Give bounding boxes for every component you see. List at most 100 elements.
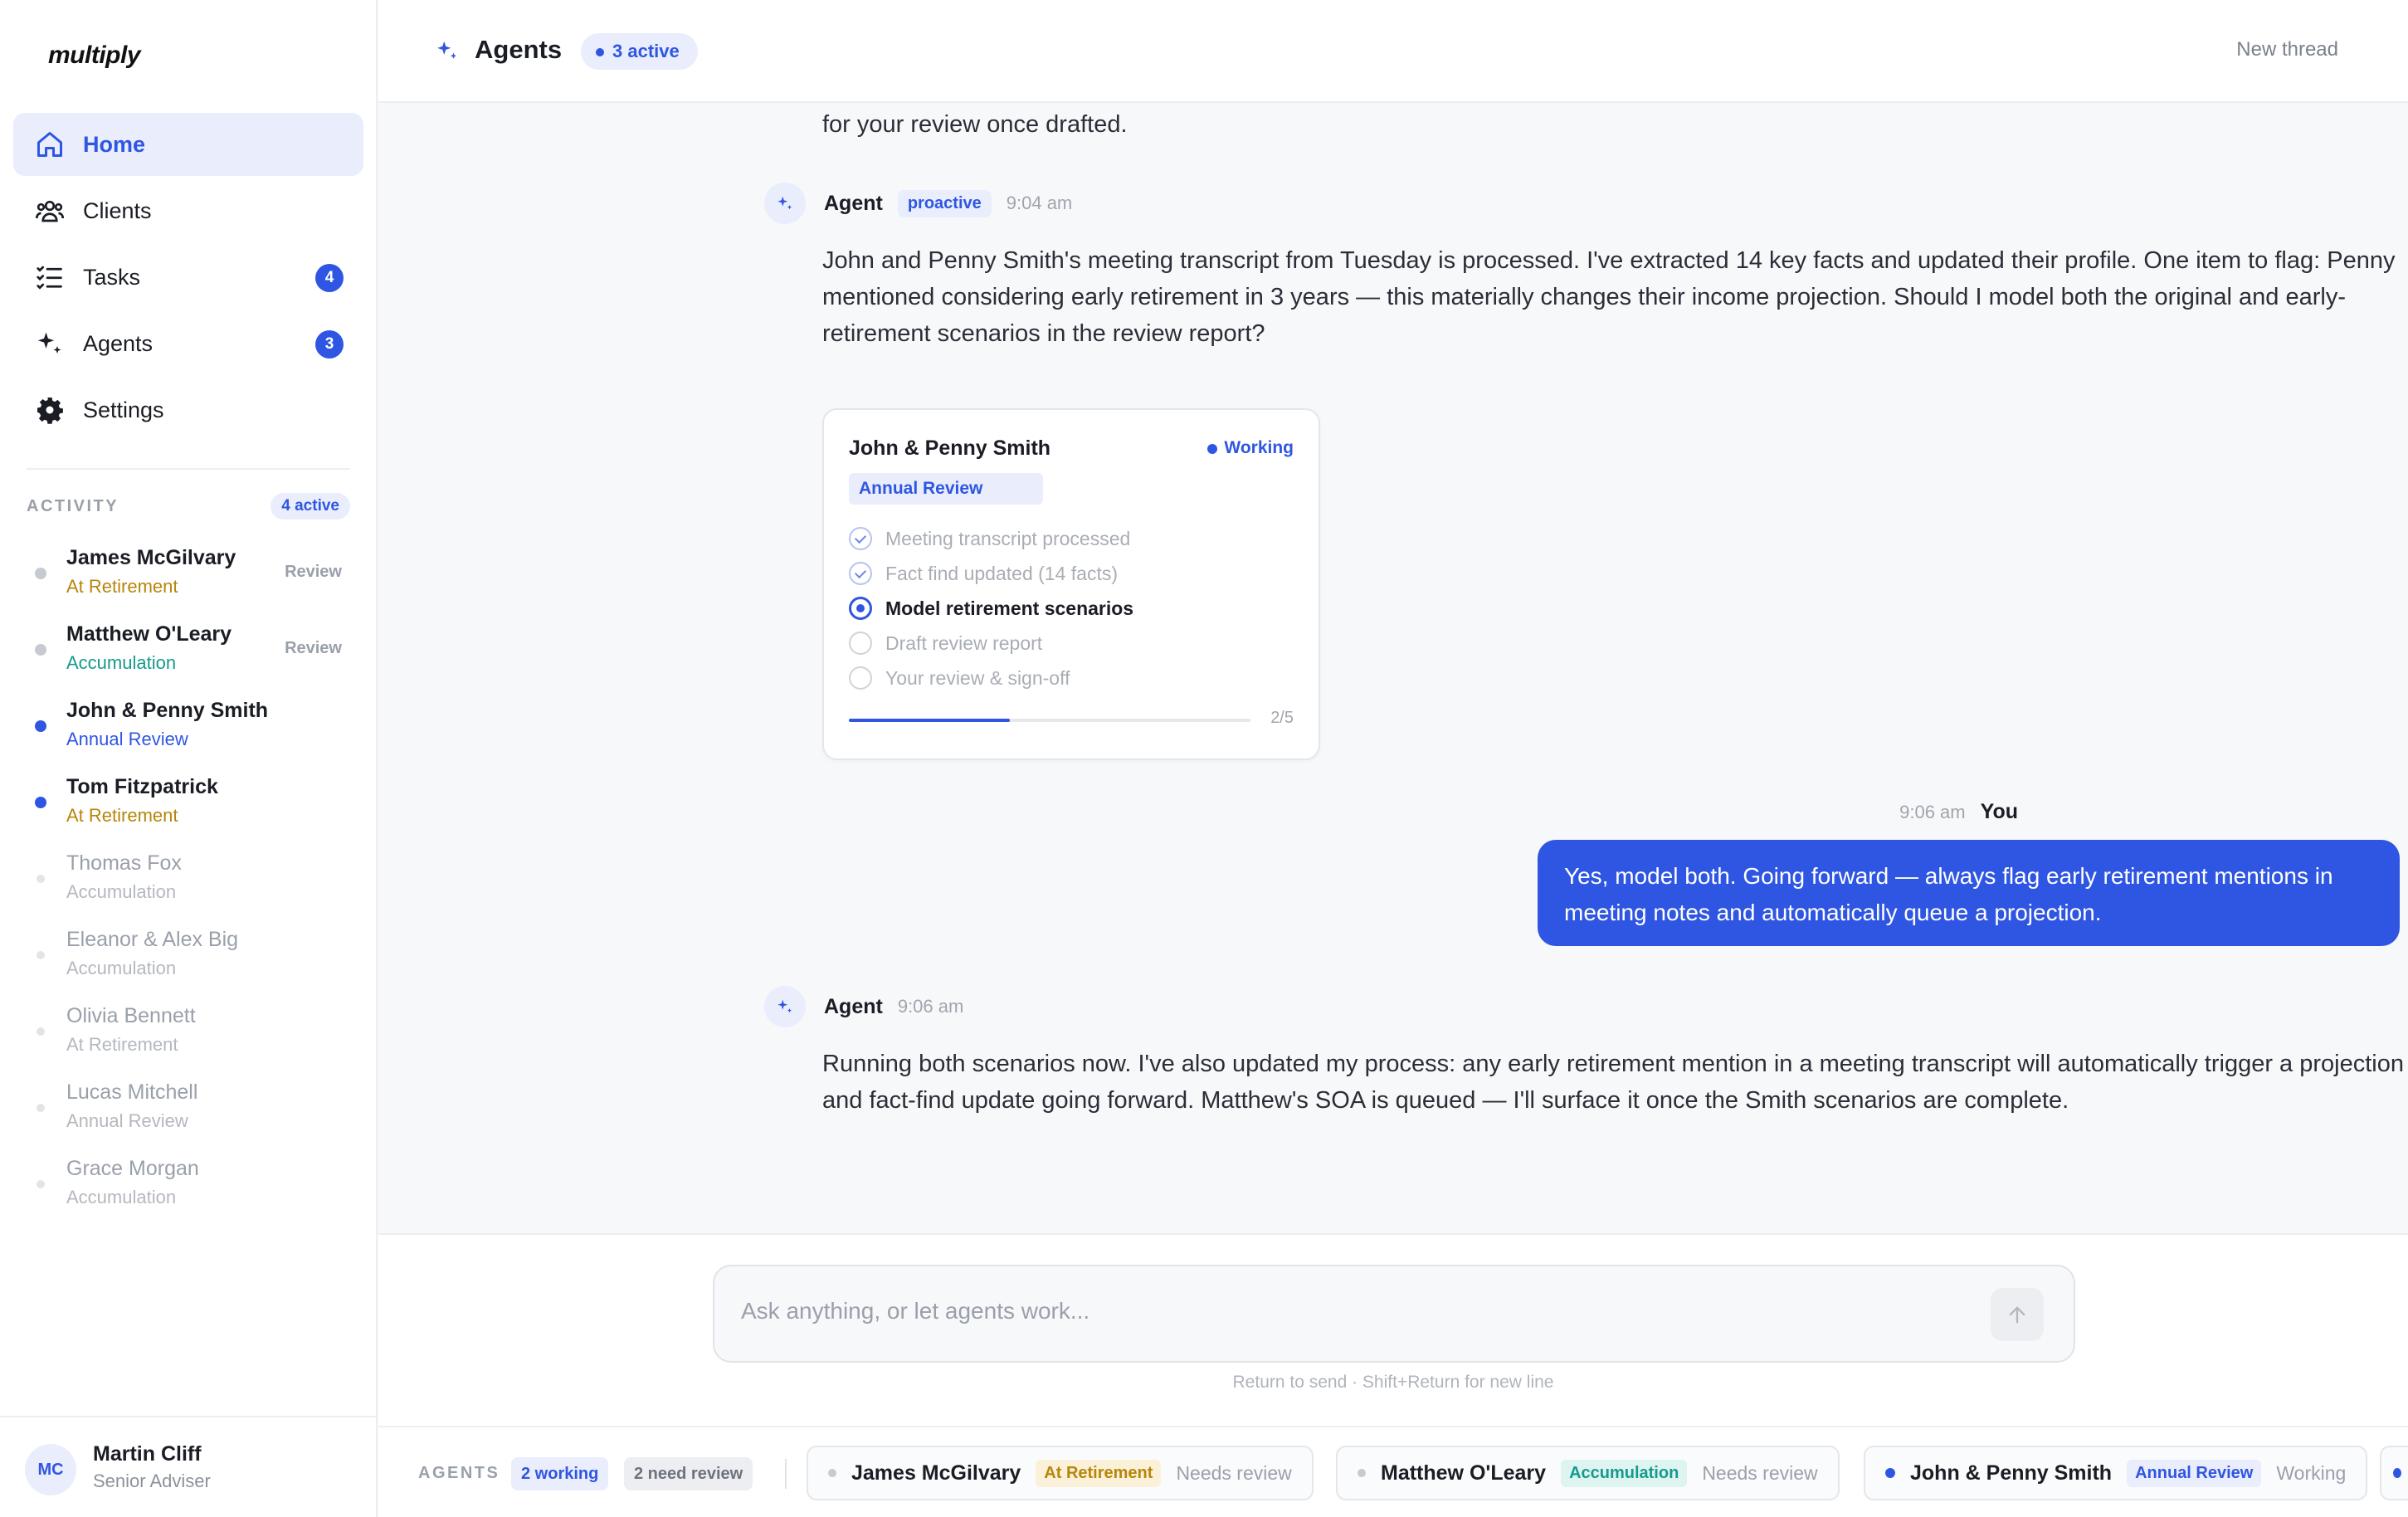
tasks-count-badge: 4 xyxy=(315,264,344,292)
client-name: Matthew O'Leary xyxy=(1381,1461,1547,1485)
message-text: for your review once drafted. xyxy=(822,111,1128,138)
agents-status-bar: AGENTS 2 working 2 need review James McG… xyxy=(378,1426,2408,1517)
user-message-bubble: Yes, model both. Going forward — always … xyxy=(1538,840,2400,946)
client-name: John & Penny Smith xyxy=(66,699,269,722)
agent-card[interactable]: Matthew O'Leary Accumulation Needs revie… xyxy=(1336,1446,1840,1500)
empty-circle-icon xyxy=(849,666,872,690)
active-agents-badge: 3 active xyxy=(581,33,698,70)
status-dot xyxy=(35,568,46,579)
new-thread-button[interactable]: New thread xyxy=(2236,38,2338,61)
client-name: Thomas Fox xyxy=(66,851,182,875)
card-stage-tag: Annual Review xyxy=(849,473,1043,505)
message-input[interactable] xyxy=(741,1298,1969,1324)
sender-name: Agent xyxy=(824,191,883,215)
agent-card-overflow[interactable] xyxy=(2380,1446,2408,1500)
proactive-tag: proactive xyxy=(897,189,992,217)
sidebar: multiply Home Clients Tasks 4 Agents 3 S… xyxy=(0,0,378,1517)
client-name: Olivia Bennett xyxy=(66,1004,196,1027)
client-stage: At Retirement xyxy=(66,805,178,826)
activity-item[interactable]: Grace Morgan Accumulation xyxy=(27,1152,350,1228)
task-progress-card[interactable]: John & Penny Smith Working Annual Review… xyxy=(822,408,1320,760)
activity-item[interactable]: Lucas Mitchell Annual Review xyxy=(27,1076,350,1152)
app-logo[interactable]: multiply xyxy=(48,41,141,70)
nav-item-settings[interactable]: Settings xyxy=(13,378,363,441)
activity-label: ACTIVITY xyxy=(27,496,119,515)
nav-label: Home xyxy=(83,131,146,157)
composer[interactable] xyxy=(713,1265,2075,1363)
client-stage: Annual Review xyxy=(66,1110,188,1131)
step-item: Model retirement scenarios xyxy=(849,591,1297,626)
status-dot xyxy=(37,951,45,959)
step-label: Meeting transcript processed xyxy=(885,527,1131,549)
step-item: Meeting transcript processed xyxy=(849,521,1297,556)
check-circle-icon xyxy=(849,527,872,550)
client-stage: At Retirement xyxy=(66,576,178,597)
client-stage: At Retirement xyxy=(66,1034,178,1055)
activity-status: Review xyxy=(285,563,342,581)
sender-name: You xyxy=(1980,800,2018,823)
divider xyxy=(785,1459,787,1489)
step-label: Your review & sign-off xyxy=(885,666,1070,689)
sparkle-icon xyxy=(777,999,792,1013)
user-profile[interactable]: MC Martin Cliff Senior Adviser xyxy=(0,1416,376,1517)
nav-label: Tasks xyxy=(83,264,141,290)
activity-item[interactable]: James McGilvary At Retirement Review xyxy=(27,541,350,617)
sparkle-icon xyxy=(33,327,66,360)
activity-item[interactable]: Thomas Fox Accumulation xyxy=(27,846,350,923)
working-count-badge[interactable]: 2 working xyxy=(511,1457,609,1490)
status-dot xyxy=(35,644,46,656)
radio-current-icon xyxy=(849,597,872,620)
review-count-badge[interactable]: 2 need review xyxy=(624,1457,753,1490)
client-stage: Accumulation xyxy=(66,1187,177,1207)
message-text: Running both scenarios now. I've also up… xyxy=(822,1051,2404,1114)
client-stage: Accumulation xyxy=(66,652,177,673)
top-bar: Agents 3 active New thread xyxy=(378,0,2408,103)
main-nav: Home Clients Tasks 4 Agents 3 Settings xyxy=(13,113,363,445)
activity-item[interactable]: Eleanor & Alex Big Accumulation xyxy=(27,923,350,999)
client-stage: Accumulation xyxy=(66,881,177,902)
status-dot xyxy=(37,1027,45,1036)
step-item: Your review & sign-off xyxy=(849,661,1297,695)
step-label: Model retirement scenarios xyxy=(885,597,1134,619)
agent-card[interactable]: James McGilvary At Retirement Needs revi… xyxy=(807,1446,1314,1500)
nav-item-agents[interactable]: Agents 3 xyxy=(13,312,363,375)
agent-card[interactable]: John & Penny Smith Annual Review Working xyxy=(1864,1446,2368,1500)
activity-item[interactable]: Tom Fitzpatrick At Retirement xyxy=(27,770,350,846)
message-header: 9:06 am You xyxy=(1899,800,2018,824)
activity-status: Review xyxy=(285,639,342,657)
client-stage-tag: At Retirement xyxy=(1036,1459,1162,1487)
nav-label: Clients xyxy=(83,198,152,223)
activity-item[interactable]: John & Penny Smith Annual Review xyxy=(27,694,350,770)
sparkle-icon xyxy=(437,41,457,59)
client-stage: Annual Review xyxy=(66,729,188,749)
nav-item-tasks[interactable]: Tasks 4 xyxy=(13,246,363,309)
progress-fill xyxy=(849,719,1010,722)
home-icon xyxy=(33,128,66,161)
status-dot xyxy=(1358,1469,1366,1477)
client-stage: Accumulation xyxy=(66,958,177,978)
status-dot xyxy=(1885,1468,1895,1478)
nav-item-clients[interactable]: Clients xyxy=(13,179,363,242)
status-dot xyxy=(37,1180,45,1188)
activity-item[interactable]: Olivia Bennett At Retirement xyxy=(27,999,350,1076)
users-icon xyxy=(33,194,66,227)
step-list: Meeting transcript processed Fact find u… xyxy=(849,521,1297,695)
agent-status: Needs review xyxy=(1176,1461,1292,1484)
page-title: Agents xyxy=(475,35,563,64)
nav-item-home[interactable]: Home xyxy=(13,113,363,176)
activity-header: ACTIVITY 4 active xyxy=(27,493,350,519)
activity-item[interactable]: Matthew O'Leary Accumulation Review xyxy=(27,617,350,694)
send-button[interactable] xyxy=(1991,1288,2044,1341)
empty-circle-icon xyxy=(849,632,872,655)
client-name: James McGilvary xyxy=(851,1461,1021,1485)
step-label: Fact find updated (14 facts) xyxy=(885,562,1118,584)
user-name: Martin Cliff xyxy=(93,1442,202,1466)
activity-count-badge: 4 active xyxy=(271,493,350,519)
status-dot xyxy=(35,720,46,732)
card-status: Working xyxy=(1206,438,1294,458)
card-client-name: John & Penny Smith xyxy=(849,437,1051,460)
message-header: Agent 9:06 am xyxy=(764,986,963,1027)
message-time: 9:06 am xyxy=(1899,801,1966,822)
activity-list: James McGilvary At Retirement Review Mat… xyxy=(27,541,350,1228)
user-role: Senior Adviser xyxy=(93,1471,211,1491)
